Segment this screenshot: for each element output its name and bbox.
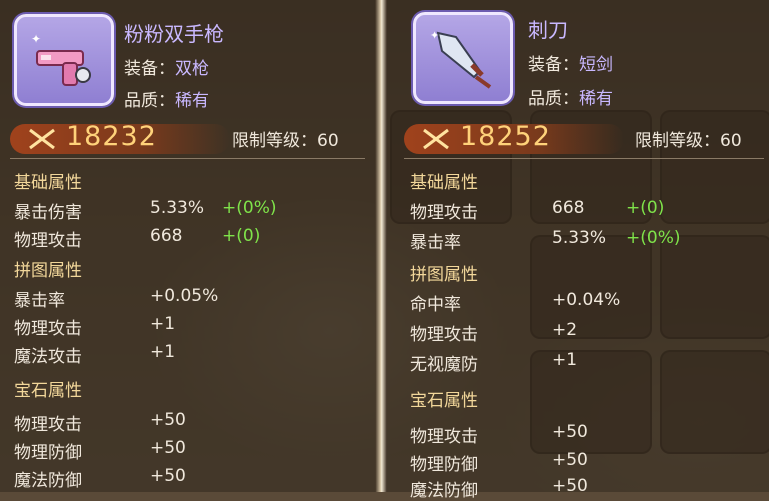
attr-value: +50 bbox=[150, 410, 186, 430]
attr-value: +1 bbox=[552, 350, 578, 370]
attr-value: +50 bbox=[150, 466, 186, 486]
attr-key: 魔法防御 bbox=[410, 481, 478, 501]
svg-text:✦: ✦ bbox=[31, 32, 41, 46]
item-name: 粉粉双手枪 bbox=[124, 22, 224, 46]
quality-label: 品质： bbox=[124, 91, 175, 111]
attr-key: 物理攻击 bbox=[14, 415, 82, 435]
panel-divider bbox=[375, 0, 387, 492]
attr-key: 暴击伤害 bbox=[14, 203, 82, 223]
attr-bonus: +(0%) bbox=[626, 228, 681, 248]
level-limit-label: 限制等级： bbox=[232, 131, 317, 151]
level-limit-value: 60 bbox=[720, 131, 742, 151]
attr-key: 物理攻击 bbox=[14, 319, 82, 339]
section-base-attributes: 基础属性 bbox=[14, 173, 82, 193]
equip-value: 双枪 bbox=[175, 59, 209, 79]
pink-pistol-icon: ✦ bbox=[31, 32, 91, 86]
divider-line bbox=[404, 158, 764, 159]
attr-value: +0.05% bbox=[150, 286, 219, 306]
attr-bonus: +(0) bbox=[626, 198, 665, 218]
attr-value: +0.04% bbox=[552, 290, 621, 310]
attr-key: 命中率 bbox=[410, 295, 461, 315]
crossed-swords-icon bbox=[423, 128, 449, 150]
attr-key: 物理攻击 bbox=[14, 231, 82, 251]
svg-text:✦: ✦ bbox=[430, 29, 439, 42]
attr-key: 暴击率 bbox=[410, 233, 461, 253]
attr-bonus: +(0) bbox=[222, 226, 261, 246]
attr-key: 物理攻击 bbox=[410, 203, 478, 223]
combat-power-value: 18252 bbox=[460, 121, 551, 152]
attr-value: +50 bbox=[552, 450, 588, 470]
attr-value: +1 bbox=[150, 314, 176, 334]
attr-value: 668 bbox=[150, 226, 183, 246]
equip-label: 装备： bbox=[124, 59, 175, 79]
attr-bonus: +(0%) bbox=[222, 198, 277, 218]
section-gem-attributes: 宝石属性 bbox=[410, 391, 478, 411]
attr-key: 魔法攻击 bbox=[14, 347, 82, 367]
combat-power: 18252 bbox=[404, 121, 624, 154]
attr-key: 物理攻击 bbox=[410, 325, 478, 345]
attr-value: +50 bbox=[552, 422, 588, 442]
item-icon-frame: ✦ bbox=[413, 12, 513, 104]
section-puzzle-attributes: 拼图属性 bbox=[410, 265, 478, 285]
quality-value: 稀有 bbox=[579, 89, 613, 109]
attr-value: +2 bbox=[552, 320, 578, 340]
equip-label: 装备： bbox=[528, 55, 579, 75]
divider-line bbox=[10, 158, 365, 159]
attr-key: 物理防御 bbox=[14, 443, 82, 463]
section-puzzle-attributes: 拼图属性 bbox=[14, 261, 82, 281]
combat-power: 18232 bbox=[10, 121, 230, 154]
dagger-icon: ✦ bbox=[430, 29, 492, 89]
attr-key: 物理攻击 bbox=[410, 427, 478, 447]
equip-type: 装备：双枪 bbox=[124, 54, 209, 79]
level-limit: 限制等级：60 bbox=[232, 126, 339, 151]
combat-power-value: 18232 bbox=[66, 121, 157, 152]
attr-key: 物理防御 bbox=[410, 455, 478, 475]
quality-label: 品质： bbox=[528, 89, 579, 109]
attr-value: 5.33% bbox=[552, 228, 607, 248]
level-limit: 限制等级：60 bbox=[635, 126, 742, 151]
attr-value: +50 bbox=[552, 476, 588, 496]
section-gem-attributes: 宝石属性 bbox=[14, 381, 82, 401]
item-icon-frame: ✦ bbox=[14, 14, 114, 106]
quality: 品质：稀有 bbox=[528, 84, 613, 109]
attr-key: 暴击率 bbox=[14, 291, 65, 311]
equip-type: 装备：短剑 bbox=[528, 50, 613, 75]
level-limit-label: 限制等级： bbox=[635, 131, 720, 151]
attr-key: 无视魔防 bbox=[410, 355, 478, 375]
crossed-swords-icon bbox=[29, 128, 55, 150]
item-tooltip-left: ✦ 粉粉双手枪 装备：双枪 品质：稀有 18232 限制等级：60 基础属性 暴… bbox=[0, 0, 375, 492]
item-name: 刺刀 bbox=[528, 18, 568, 42]
item-tooltip-right: ✦ 刺刀 装备：短剑 品质：稀有 18252 限制等级：60 基础属性 物理攻击… bbox=[387, 0, 769, 501]
attr-value: 5.33% bbox=[150, 198, 205, 218]
section-base-attributes: 基础属性 bbox=[410, 173, 478, 193]
quality-value: 稀有 bbox=[175, 91, 209, 111]
attr-value: +50 bbox=[150, 438, 186, 458]
attr-value: 668 bbox=[552, 198, 585, 218]
quality: 品质：稀有 bbox=[124, 86, 209, 111]
level-limit-value: 60 bbox=[317, 131, 339, 151]
attr-key: 魔法防御 bbox=[14, 471, 82, 491]
equip-value: 短剑 bbox=[579, 55, 613, 75]
attr-value: +1 bbox=[150, 342, 176, 362]
